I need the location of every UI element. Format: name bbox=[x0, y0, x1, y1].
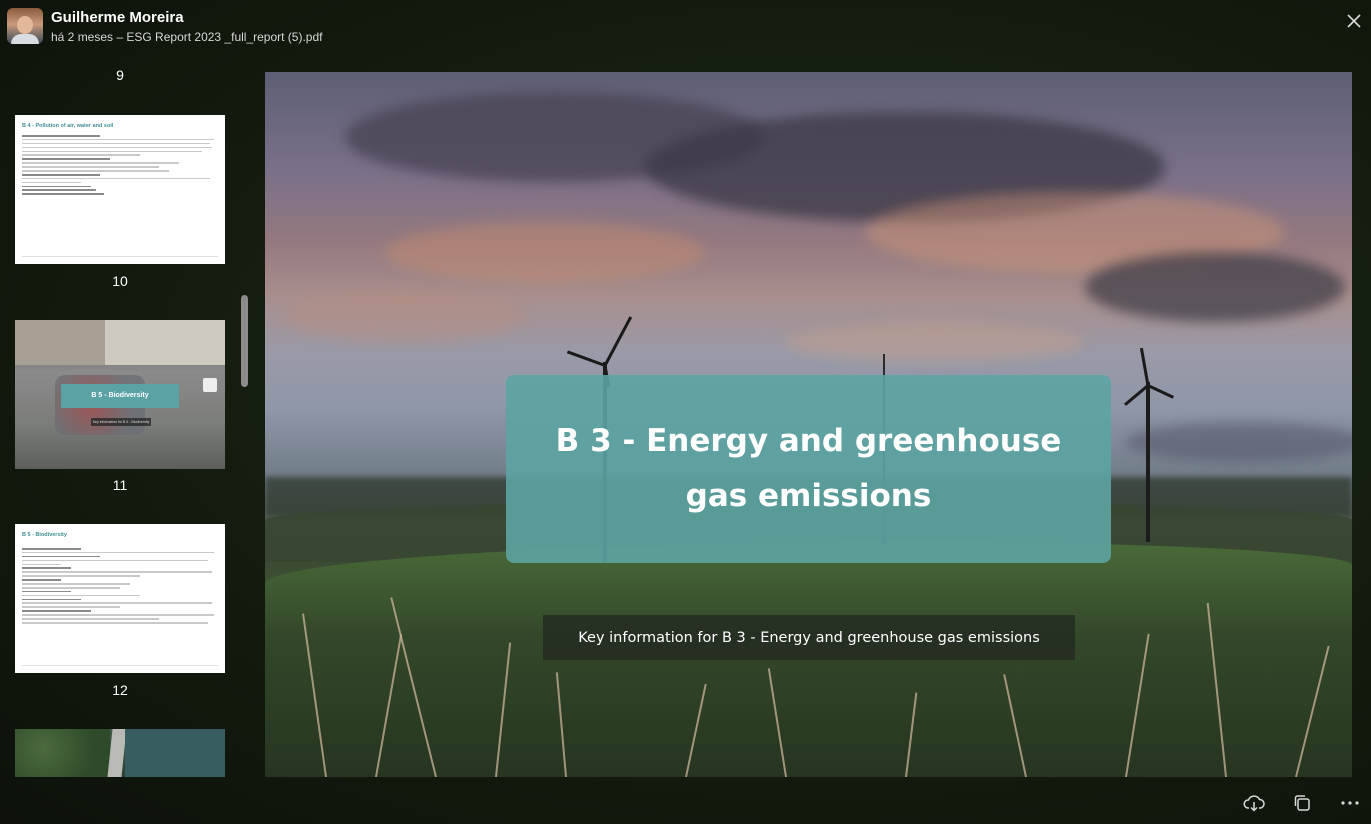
thumbnail-sign bbox=[203, 378, 217, 392]
page-number-9: 9 bbox=[116, 67, 124, 83]
page-thumbnail-13[interactable] bbox=[15, 729, 225, 777]
thumbnail-trees bbox=[15, 729, 110, 777]
page-number-10: 10 bbox=[112, 273, 128, 289]
thumbnail-title: B 5 - Biodiversity bbox=[22, 532, 67, 538]
page-thumbnail-11[interactable]: B 5 - Biodiversity Key information for B… bbox=[15, 320, 225, 469]
close-button[interactable] bbox=[1344, 11, 1364, 31]
slide-title: B 3 - Energy and greenhouse gas emission… bbox=[555, 423, 1062, 514]
page-number-11: 11 bbox=[112, 477, 128, 493]
avatar-shirt bbox=[11, 34, 39, 44]
viewer-header: Guilherme Moreira há 2 meses – ESG Repor… bbox=[0, 0, 1371, 56]
slide-subtitle-box: Key information for B 3 - Energy and gre… bbox=[543, 615, 1075, 660]
slide-cloud bbox=[1085, 252, 1345, 322]
thumbnail-text-lines bbox=[22, 135, 218, 197]
thumbnail-title: B 4 - Pollution of air, water and soil bbox=[22, 123, 114, 129]
copy-button[interactable] bbox=[1291, 792, 1313, 814]
thumbnail-building bbox=[105, 320, 225, 365]
page-number-12: 12 bbox=[112, 682, 128, 698]
turbine-blade bbox=[1147, 384, 1175, 399]
thumbnail-footer bbox=[22, 665, 218, 667]
thumbnail-water bbox=[125, 729, 225, 777]
more-icon bbox=[1341, 801, 1359, 805]
avatar-face bbox=[17, 16, 33, 34]
file-info: há 2 meses – ESG Report 2023 _full_repor… bbox=[51, 30, 323, 44]
slide-cloud bbox=[385, 222, 705, 282]
sidebar-scrollbar[interactable] bbox=[241, 295, 248, 387]
thumbnail-footer bbox=[22, 256, 218, 258]
download-icon bbox=[1243, 795, 1265, 812]
slide-cloud bbox=[285, 292, 525, 342]
wind-turbine bbox=[1146, 382, 1150, 542]
copy-icon bbox=[1294, 795, 1310, 811]
turbine-blade bbox=[566, 350, 606, 367]
download-button[interactable] bbox=[1243, 792, 1265, 814]
thumbnail-road bbox=[107, 729, 127, 777]
slide-cloud bbox=[1125, 422, 1352, 462]
slide-cloud bbox=[785, 322, 1085, 362]
thumbnail-text-lines bbox=[22, 548, 218, 626]
avatar[interactable] bbox=[7, 8, 43, 44]
more-options-button[interactable] bbox=[1339, 792, 1361, 814]
page-thumbnail-12[interactable]: B 5 - Biodiversity bbox=[15, 524, 225, 673]
turbine-blade bbox=[603, 316, 633, 367]
turbine-blade bbox=[1139, 347, 1150, 386]
page-thumbnail-10[interactable]: B 4 - Pollution of air, water and soil bbox=[15, 115, 225, 264]
thumbnail-title: B 5 - Biodiversity bbox=[61, 384, 179, 408]
thumbnail-subtitle: Key information for B 5 - Biodiversity bbox=[91, 418, 151, 426]
slide-subtitle: Key information for B 3 - Energy and gre… bbox=[578, 629, 1040, 646]
slide-title-box: B 3 - Energy and greenhouse gas emission… bbox=[506, 375, 1111, 563]
user-name[interactable]: Guilherme Moreira bbox=[51, 9, 184, 26]
close-icon bbox=[1347, 14, 1361, 28]
slide-page: B 3 - Energy and greenhouse gas emission… bbox=[265, 72, 1352, 777]
page-thumbnail-sidebar[interactable]: 9 B 4 - Pollution of air, water and soil… bbox=[0, 56, 252, 778]
